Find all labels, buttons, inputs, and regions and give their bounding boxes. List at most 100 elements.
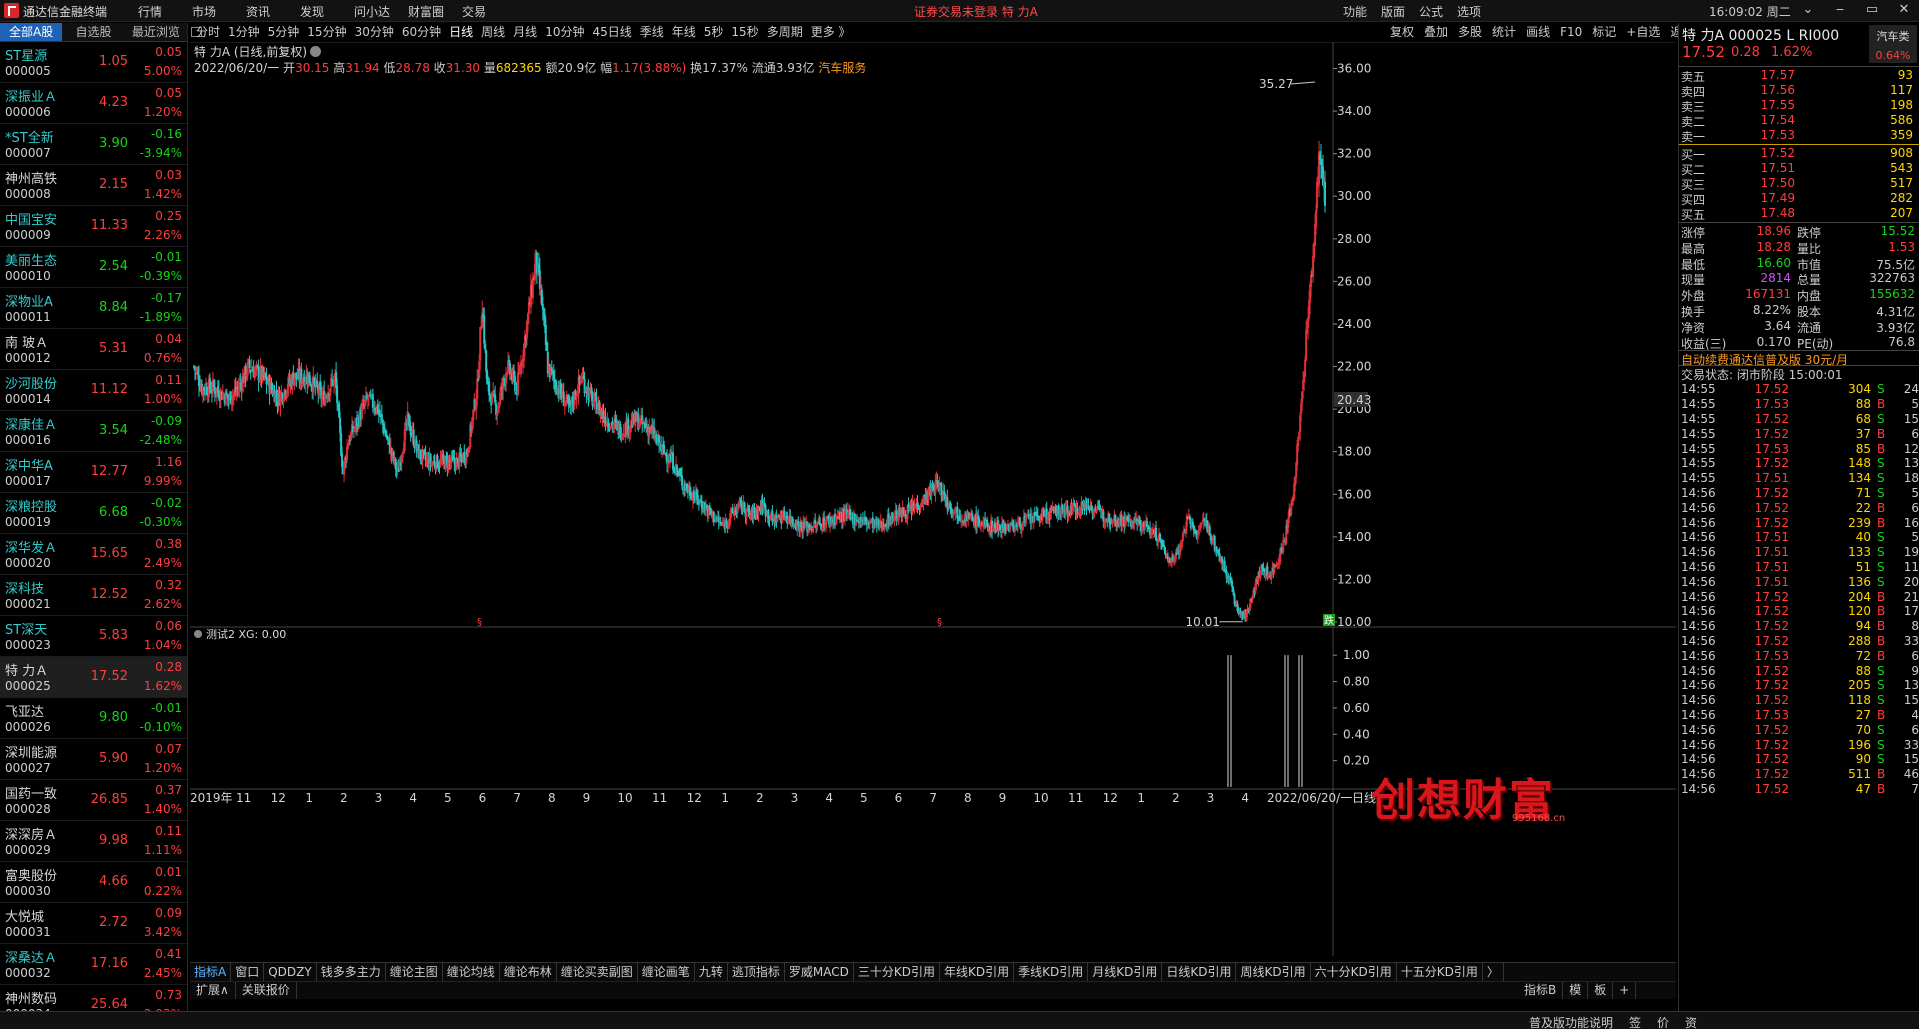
indicator-tab[interactable]: 〉 <box>1483 963 1504 981</box>
period-button[interactable]: 15分钟 <box>307 23 346 42</box>
stock-row[interactable]: 深物业A 000011 8.84 -0.17 -1.89% <box>0 288 187 329</box>
indicator-tab[interactable]: 缠论布林 <box>500 963 557 981</box>
chart-tool-button[interactable]: 统计 <box>1492 23 1516 42</box>
period-button[interactable]: 多周期 <box>767 23 803 42</box>
related-quote-tab[interactable]: 关联报价 <box>236 982 297 999</box>
stock-list-tab[interactable]: 自选股 <box>62 23 124 41</box>
period-button[interactable]: 60分钟 <box>402 23 441 42</box>
stock-row[interactable]: 富奥股份 000030 4.66 0.01 0.22% <box>0 862 187 903</box>
period-button[interactable]: 周线 <box>481 23 505 42</box>
maximize-icon[interactable]: ▭ <box>1856 2 1888 17</box>
period-button[interactable]: 年线 <box>672 23 696 42</box>
stock-row[interactable]: ST深天 000023 5.83 0.06 1.04% <box>0 616 187 657</box>
stock-row[interactable]: 深中华A 000017 12.77 1.16 9.99% <box>0 452 187 493</box>
stock-row[interactable]: 深科技 000021 12.52 0.32 2.62% <box>0 575 187 616</box>
stock-list-tab[interactable]: 最近浏览 <box>125 23 187 41</box>
chart-tool-button[interactable]: 复权 <box>1390 23 1414 42</box>
period-button[interactable]: 5秒 <box>704 23 724 42</box>
stock-row[interactable]: *ST全新 000007 3.90 -0.16 -3.94% <box>0 124 187 165</box>
stock-row[interactable]: 深振业Ａ 000006 4.23 0.05 1.20% <box>0 83 187 124</box>
indicator-tab[interactable]: 周线KD引用 <box>1236 963 1311 981</box>
stock-row[interactable]: 深深房Ａ 000029 9.98 0.11 1.11% <box>0 821 187 862</box>
indicator-tab[interactable]: 十五分KD引用 <box>1397 963 1483 981</box>
period-button[interactable]: 30分钟 <box>355 23 394 42</box>
menu-item[interactable]: 市场 <box>192 3 246 20</box>
chart-tool-button[interactable]: 标记 <box>1592 23 1616 42</box>
indicator-tab[interactable]: 罗威MACD <box>785 963 854 981</box>
period-button[interactable]: 5分钟 <box>268 23 300 42</box>
indicator-tab[interactable]: 窗口 <box>231 963 265 981</box>
menu-item[interactable]: 问小达 <box>354 3 408 20</box>
indicator-tab[interactable]: 钱多多主力 <box>317 963 386 981</box>
login-notice[interactable]: 证券交易未登录 特 力A <box>914 3 1038 20</box>
stock-row[interactable]: 深桑达Ａ 000032 17.16 0.41 2.45% <box>0 944 187 985</box>
status-button[interactable]: 资 <box>1685 1014 1697 1029</box>
dropdown-icon[interactable]: ⌄ <box>1792 2 1824 17</box>
indicator-tab[interactable]: QDDZY <box>264 963 317 981</box>
indicator-tab[interactable]: 缠论买卖副图 <box>557 963 638 981</box>
indicator-tab[interactable]: 三十分KD引用 <box>854 963 940 981</box>
indicator-tab[interactable]: 九转 <box>695 963 728 981</box>
menu-item[interactable]: 财富圈 <box>408 3 462 20</box>
indicator-tab[interactable]: 缠论均线 <box>443 963 500 981</box>
chart-tool-button[interactable]: +自选 <box>1626 23 1660 42</box>
stock-row[interactable]: 国药一致 000028 26.85 0.37 1.40% <box>0 780 187 821</box>
stock-row[interactable]: 南 玻Ａ 000012 5.31 0.04 0.76% <box>0 329 187 370</box>
menu-item[interactable]: 交易 <box>462 3 516 20</box>
indicator-tab[interactable]: 缠论主图 <box>386 963 443 981</box>
indicator-tab[interactable]: 六十分KD引用 <box>1311 963 1397 981</box>
stock-row[interactable]: 特 力Ａ 000025 17.52 0.28 1.62% <box>0 657 187 698</box>
stock-row[interactable]: 深圳能源 000027 5.90 0.07 1.20% <box>0 739 187 780</box>
indicator-tab[interactable]: 日线KD引用 <box>1162 963 1237 981</box>
period-button[interactable]: 日线 <box>449 23 473 42</box>
expand-tab[interactable]: 扩展∧ <box>190 982 236 999</box>
promo-banner[interactable]: 自动续费通达信普及版 30元/月 <box>1679 350 1919 367</box>
sector-link[interactable]: 汽车服务 <box>818 61 866 75</box>
kline-chart[interactable]: 10.00 12.00 14.00 16.00 18.00 20.00 22.00 24.00… <box>190 42 1676 992</box>
top-tool-button[interactable]: 公式 <box>1419 3 1457 20</box>
menu-item[interactable]: 资讯 <box>246 3 300 20</box>
indicator-b-tab[interactable]: 指标B <box>1518 982 1564 999</box>
close-icon[interactable]: ✕ <box>1888 2 1919 17</box>
menu-item[interactable]: 发现 <box>300 3 354 20</box>
chart-tool-button[interactable]: F10 <box>1560 23 1582 42</box>
stock-row[interactable]: 深康佳Ａ 000016 3.54 -0.09 -2.48% <box>0 411 187 452</box>
indicator-b-tab[interactable]: 模 <box>1563 982 1589 999</box>
status-button[interactable]: 普及版功能说明 <box>1529 1014 1613 1029</box>
indicator-tab[interactable]: 月线KD引用 <box>1088 963 1163 981</box>
settings-circle-icon[interactable] <box>310 46 322 57</box>
chart-tool-button[interactable]: 叠加 <box>1424 23 1448 42</box>
chart-tool-button[interactable]: 多股 <box>1458 23 1482 42</box>
indicator-tab[interactable]: 逃顶指标 <box>728 963 785 981</box>
period-button[interactable]: 更多 》 <box>811 23 851 42</box>
stock-row[interactable]: 深粮控股 000019 6.68 -0.02 -0.30% <box>0 493 187 534</box>
indicator-b-tab[interactable]: + <box>1613 982 1637 999</box>
indicator-tab[interactable]: 年线KD引用 <box>940 963 1015 981</box>
indicator-tab[interactable]: 指标A <box>190 963 232 981</box>
menu-item[interactable]: 行情 <box>138 3 192 20</box>
stock-row[interactable]: 神州高铁 000008 2.15 0.03 1.42% <box>0 165 187 206</box>
stock-row[interactable]: 沙河股份 000014 11.12 0.11 1.00% <box>0 370 187 411</box>
stock-row[interactable]: 飞亚达 000026 9.80 -0.01 -0.10% <box>0 698 187 739</box>
stock-list-tab[interactable]: 全部A股 <box>0 23 63 41</box>
indicator-tab[interactable]: 缠论画笔 <box>638 963 695 981</box>
chart-tool-button[interactable]: 画线 <box>1526 23 1550 42</box>
indicator-tab[interactable]: 季线KD引用 <box>1014 963 1089 981</box>
stock-row[interactable]: 美丽生态 000010 2.54 -0.01 -0.39% <box>0 247 187 288</box>
status-button[interactable]: 价 <box>1657 1014 1669 1029</box>
period-button[interactable]: 季线 <box>640 23 664 42</box>
kline-svg[interactable]: 10.0012.0014.0016.0018.0020.0022.0024.00… <box>190 42 1676 992</box>
period-button[interactable]: 月线 <box>513 23 537 42</box>
stock-row[interactable]: 中国宝安 000009 11.33 0.25 2.26% <box>0 206 187 247</box>
status-button[interactable]: 签 <box>1629 1014 1641 1029</box>
period-button[interactable]: 分时 <box>196 23 220 42</box>
top-tool-button[interactable]: 版面 <box>1381 3 1419 20</box>
period-button[interactable]: 15秒 <box>731 23 758 42</box>
top-tool-button[interactable]: 选项 <box>1457 3 1495 20</box>
top-tool-button[interactable]: 功能 <box>1343 3 1381 20</box>
indicator-b-tab[interactable]: 板 <box>1588 982 1614 999</box>
period-button[interactable]: 45日线 <box>592 23 631 42</box>
period-button[interactable]: 1分钟 <box>228 23 260 42</box>
stock-row[interactable]: ST星源 000005 1.05 0.05 5.00% <box>0 42 187 83</box>
stock-row[interactable]: 大悦城 000031 2.72 0.09 3.42% <box>0 903 187 944</box>
